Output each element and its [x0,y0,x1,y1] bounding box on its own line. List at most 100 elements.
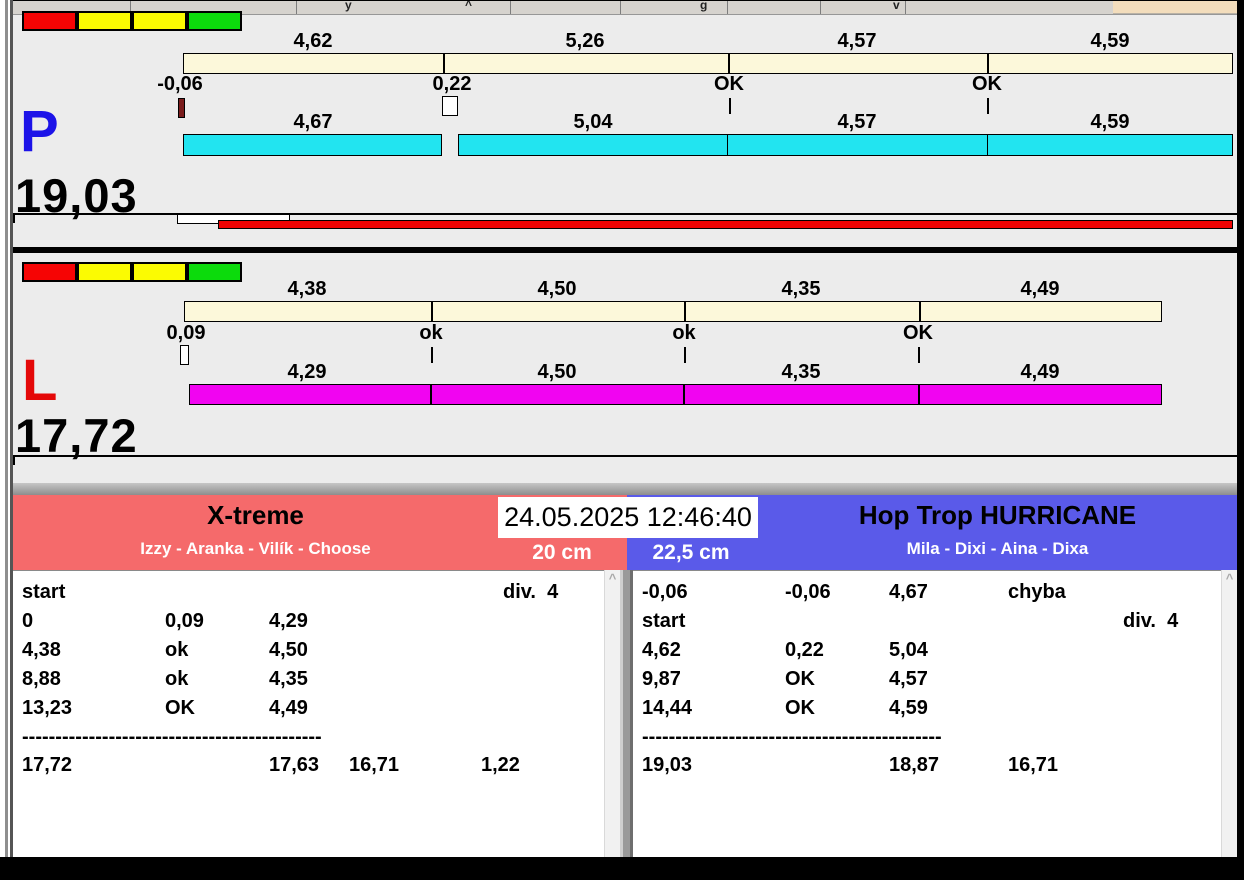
table-separator-row: ----------------------------------------… [13,726,604,752]
table-row: 9,87 OK 4,57 [633,668,1221,694]
toolbar-beige-panel [1113,1,1237,14]
separator-dashes: ----------------------------------------… [22,726,322,748]
cell-record-time: 16,71 [349,754,400,776]
cell-change: OK [785,697,815,719]
ok-tick [729,98,731,114]
team-time-bar-segment [727,134,988,156]
window-left-border [0,0,13,857]
judge-time-label: 4,57 [837,30,877,52]
team-dogs-left: Izzy - Aranka - Vilík - Choose [140,539,371,558]
baseline-notch [13,215,15,223]
cell-dog-time: 4,29 [269,610,308,632]
window-right-border [1237,0,1244,880]
bar-segment-divider [987,54,989,73]
ok-tick [987,98,989,114]
judge-time-label: 4,62 [293,30,333,52]
team-time-label: 4,29 [287,361,327,383]
legend-yellow-box [132,11,187,31]
cell-split: -0,06 [642,581,688,603]
cell-change: ok [165,668,189,690]
cell-change: -0,06 [785,581,831,603]
progress-bar-red [218,220,1233,229]
change-mark-label: 0,22 [432,73,472,95]
division-label: div. 4 [1123,610,1179,632]
table-totals-row: 17,72 17,63 16,71 1,22 [13,754,604,780]
cell-dog-time: 4,35 [269,668,308,690]
bar-segment-divider [919,302,921,321]
cell-record-time: 16,71 [1008,754,1059,776]
scroll-up-icon[interactable]: ^ [605,570,620,588]
toolbar-divider [620,1,621,14]
legend-yellow-box [77,11,132,31]
ok-tick [684,347,686,363]
toolbar-text-fragment: ^ [465,0,473,12]
scrollbar-left-table[interactable]: ^ [604,570,620,857]
toolbar-text-fragment: y [345,0,352,12]
separator-dashes: ----------------------------------------… [642,726,942,748]
judge-time-label: 4,35 [781,278,821,300]
cell-net-time: 18,87 [889,754,940,776]
jump-height-right: 22,5 cm [652,541,730,564]
cell-dog-time: 4,59 [889,697,928,719]
panel-divider [13,247,1237,253]
table-row: 13,23 OK 4,49 [13,697,604,723]
team-dogs-right: Mila - Dixi - Aina - Dixa [906,539,1089,558]
change-mark-label: OK [972,73,1002,95]
cell-dog-time: 4,57 [889,668,928,690]
bar-segment-divider [918,385,920,404]
cell-change: 0,09 [165,610,204,632]
results-table-right[interactable]: -0,06 -0,06 4,67 chyba start div. 4 4,62… [633,570,1221,857]
cell-total-time: 17,72 [22,754,73,776]
legend-green-box [187,262,242,282]
team-name-left: X-treme [207,500,304,530]
cell-diff-time: 1,22 [481,754,520,776]
false-start-tick [178,98,185,118]
legend-green-box [187,11,242,31]
cell-start: start [642,610,686,632]
table-row: start div. 4 [633,610,1221,636]
legend-yellow-box [132,262,187,282]
table-row: 4,62 0,22 5,04 [633,639,1221,665]
bar-segment-divider [728,54,730,73]
table-row: 14,44 OK 4,59 [633,697,1221,723]
bar-segment-divider [684,302,686,321]
judge-times-bar [183,53,1233,74]
results-table-left[interactable]: start div. 4 0 0,09 4,29 4,38 ok 4,50 8,… [13,570,604,857]
table-row: 4,38 ok 4,50 [13,639,604,665]
ok-tick [431,347,433,363]
cell-dog-time: 4,50 [269,639,308,661]
cell-dog-time: 4,67 [889,581,928,603]
cell-split: 8,88 [22,668,61,690]
toolbar-divider [510,1,511,14]
table-row: -0,06 -0,06 4,67 chyba [633,581,1221,607]
team-time-label: 4,49 [1020,361,1060,383]
judge-time-label: 5,26 [565,30,605,52]
judge-time-label: 4,38 [287,278,327,300]
team-time-bar-segment [987,134,1233,156]
baseline-notch [13,457,15,465]
change-marker-box [442,96,458,116]
cell-change: ok [165,639,189,661]
legend-yellow-box [77,262,132,282]
table-totals-row: 19,03 18,87 16,71 [633,754,1221,780]
cell-dog-time: 4,49 [269,697,308,719]
team-time-label: 5,04 [573,111,613,133]
scroll-up-icon[interactable]: ^ [1222,570,1237,588]
window-bottom-bar [0,857,1244,880]
scrollbar-right-table[interactable]: ^ [1221,570,1237,857]
change-mark-label: ok [672,322,696,344]
judge-time-label: 4,49 [1020,278,1060,300]
table-gap-divider [620,570,633,857]
legend-red-box [22,262,77,282]
cell-split: 14,44 [642,697,693,719]
bar-segment-divider [431,302,433,321]
bar-segment-divider [683,385,685,404]
jump-height-left: 20 cm [532,541,592,564]
datetime-display: 24.05.2025 12:46:40 [498,497,758,538]
change-mark-label: OK [903,322,933,344]
bar-segment-divider [430,385,432,404]
team-time-bar-segment [183,134,442,156]
cell-split: 13,23 [22,697,73,719]
change-mark-label: 0,09 [166,322,206,344]
lane-letter-p: P [20,99,59,164]
